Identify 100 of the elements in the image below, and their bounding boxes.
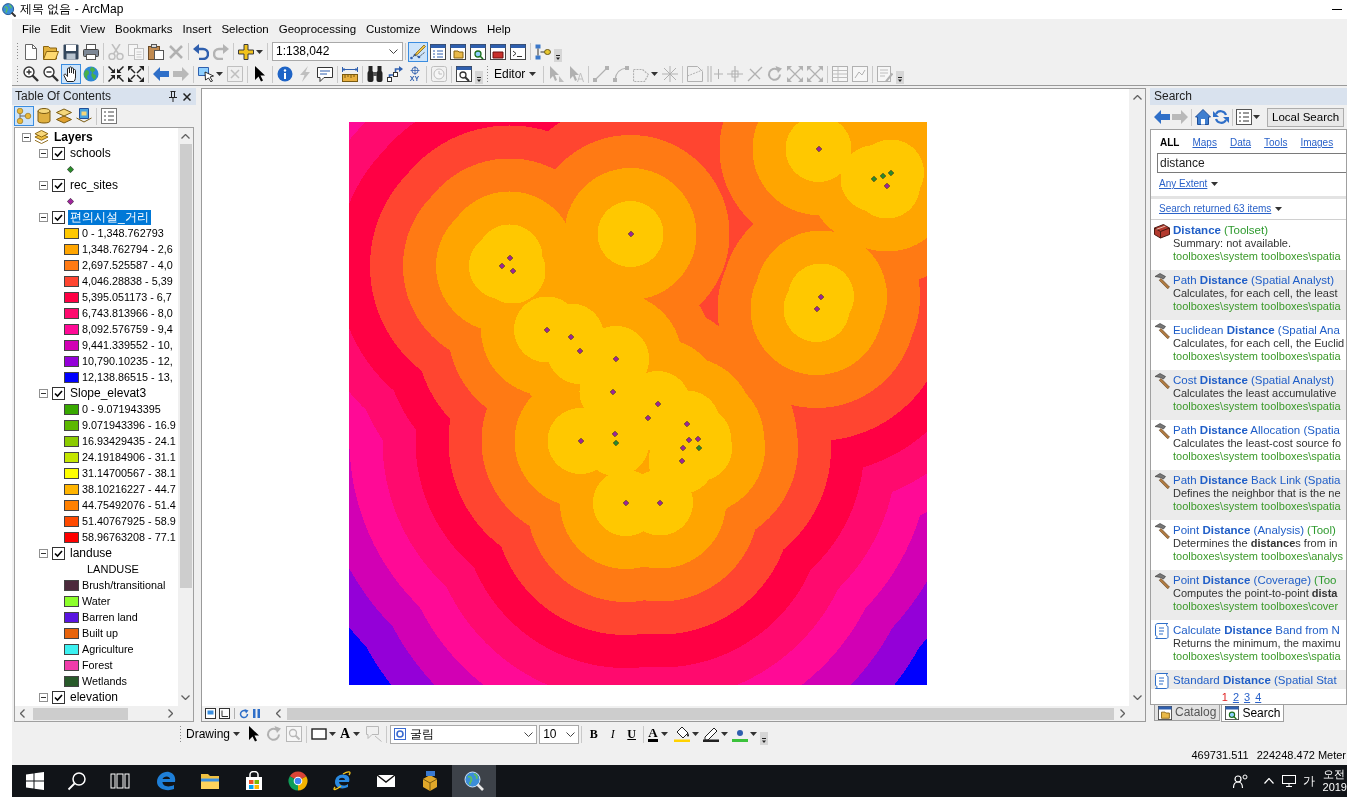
collapse-icon[interactable] [39, 388, 48, 398]
caret-icon[interactable] [233, 732, 240, 736]
hand-icon[interactable] [61, 64, 81, 84]
result-title[interactable]: Path Distance Back Link (Spatia [1173, 473, 1341, 487]
search-result[interactable]: Standard Distance (Spatial Stat [1151, 670, 1346, 689]
search-field[interactable]: distance [1157, 153, 1346, 173]
result-title[interactable]: Cost Distance (Spatial Analyst) [1173, 373, 1335, 387]
arrows-inward-icon[interactable] [108, 66, 124, 82]
house-icon[interactable] [1195, 109, 1211, 125]
drag-handle-icon[interactable] [486, 65, 489, 83]
people-icon[interactable] [1232, 774, 1248, 788]
result-count-link[interactable]: Search returned 63 items [1159, 202, 1272, 216]
collapse-icon[interactable] [39, 692, 48, 702]
connected-dots-icon[interactable] [14, 106, 34, 126]
zoom-out-icon[interactable] [43, 66, 59, 82]
info-icon[interactable] [277, 66, 293, 82]
caret-icon[interactable] [353, 732, 361, 736]
scroll-right-icon[interactable] [168, 709, 173, 718]
caret-icon[interactable] [529, 72, 537, 76]
checkbox[interactable] [52, 210, 65, 224]
caret-icon[interactable] [720, 732, 728, 736]
toolbar-options-icon[interactable] [896, 71, 905, 84]
text-tool-button[interactable]: A [338, 723, 365, 745]
layer-name[interactable]: Slope_elevat3 [68, 385, 149, 401]
page-link[interactable]: 2 [1232, 690, 1239, 704]
pencil-sketch-icon[interactable] [408, 41, 428, 62]
command-window-icon[interactable] [510, 43, 526, 60]
collapse-icon[interactable] [22, 132, 31, 142]
page-link[interactable]: 3 [1244, 690, 1251, 704]
collapse-icon[interactable] [39, 180, 48, 190]
globe-magnifier-icon[interactable] [452, 765, 496, 797]
menu-item[interactable]: Windows [425, 19, 483, 40]
text-style-button[interactable]: B [584, 724, 604, 744]
checkbox[interactable] [52, 146, 65, 160]
layer-name[interactable]: 편의시설_거리 [68, 209, 151, 225]
result-title[interactable]: Euclidean Distance (Spatial Ana [1173, 323, 1340, 337]
back-arrow-icon[interactable] [1154, 109, 1170, 125]
search-result[interactable]: Path Distance (Spatial Analyst) Calculates, for each cell, the least toolboxes\system toolboxes\spatia [1151, 270, 1346, 320]
scrollbar-thumb[interactable] [287, 707, 1114, 720]
chevron-down-icon[interactable] [389, 49, 398, 54]
search-result[interactable]: Point Distance (Coverage) (Too Computes the point-to-point dista toolboxes\system toolboxes\cover [1151, 570, 1346, 620]
scope-button[interactable]: Local Search [1267, 107, 1345, 127]
speech-bubble-icon[interactable] [317, 66, 333, 82]
caret-icon[interactable] [1275, 207, 1283, 211]
undo-arrow-icon[interactable] [193, 43, 209, 60]
menu-item[interactable]: Edit [45, 19, 76, 40]
checkbox[interactable] [52, 386, 65, 400]
pin-icon[interactable] [169, 91, 177, 102]
magnifier-window-icon[interactable] [456, 66, 472, 82]
caret-icon[interactable] [1211, 182, 1219, 186]
layers-selection-icon[interactable] [76, 108, 92, 124]
scroll-right-icon[interactable] [1120, 709, 1125, 718]
menu-item[interactable]: Insert [177, 19, 217, 40]
scroll-up-icon[interactable] [1132, 95, 1142, 100]
dock-tab[interactable]: Search [1221, 705, 1285, 722]
menu-item[interactable]: File [17, 19, 46, 40]
filter-tab[interactable]: ALL [1160, 136, 1180, 150]
chevron-down-icon[interactable] [566, 731, 576, 737]
result-title[interactable]: Distance [1173, 223, 1221, 237]
ime-indicator[interactable]: 가 [1302, 774, 1315, 788]
list-window-icon[interactable] [430, 43, 446, 60]
scale-field[interactable]: 1:138,042 [272, 42, 403, 61]
scroll-down-icon[interactable] [181, 695, 190, 700]
caret-icon[interactable] [651, 72, 659, 76]
paint-bucket-icon[interactable] [673, 726, 690, 742]
route-icon[interactable] [387, 66, 403, 82]
chevron-down-icon[interactable] [524, 731, 534, 737]
refresh-icon[interactable] [239, 708, 249, 719]
search-window-icon[interactable] [470, 43, 486, 60]
plus-icon[interactable] [238, 43, 254, 60]
collapse-icon[interactable] [39, 212, 48, 222]
back-arrow-icon[interactable] [153, 66, 169, 82]
clock-time[interactable]: 오전 [1322, 768, 1345, 781]
result-title[interactable]: Path Distance Allocation (Spatia [1173, 423, 1340, 437]
page-link[interactable]: 1 [1221, 690, 1228, 704]
checkbox[interactable] [52, 546, 65, 560]
refresh-arrows-icon[interactable] [1213, 109, 1229, 125]
filter-tab[interactable]: Tools [1264, 136, 1288, 150]
clipboard-icon[interactable] [148, 43, 164, 60]
toolbar-options-icon[interactable] [554, 49, 562, 62]
checkbox[interactable] [52, 690, 65, 704]
drag-handle-icon[interactable] [16, 43, 19, 60]
drawing-menu-button[interactable]: Drawing [184, 724, 244, 744]
chevron-up-icon[interactable] [1263, 778, 1274, 784]
caret-icon[interactable] [256, 49, 263, 54]
result-title[interactable]: Path Distance (Spatial Analyst) [1173, 273, 1335, 287]
arrows-outward-icon[interactable] [128, 66, 144, 82]
menu-item[interactable]: Customize [361, 19, 426, 40]
clock-date[interactable]: 2019 [1322, 781, 1347, 794]
filter-tab[interactable]: Images [1300, 136, 1334, 150]
dock-tab[interactable]: Catalog [1154, 705, 1221, 721]
text-style-button[interactable]: U [622, 724, 642, 744]
result-title[interactable]: Point Distance (Coverage) [1173, 573, 1312, 587]
globe-icon[interactable] [83, 66, 99, 82]
caret-icon[interactable] [691, 732, 699, 736]
rectangle-icon[interactable] [311, 726, 327, 742]
menu-item[interactable]: View [75, 19, 111, 40]
pen-icon[interactable] [702, 726, 719, 742]
database-icon[interactable] [36, 108, 52, 124]
monitor-icon[interactable] [1281, 775, 1296, 787]
